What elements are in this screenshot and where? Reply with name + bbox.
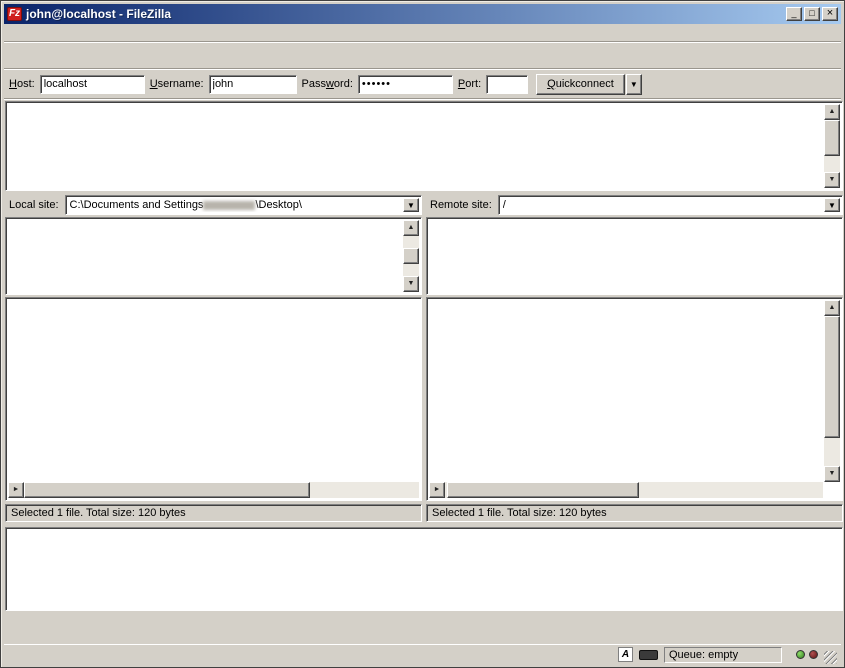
password-label: Password: xyxy=(302,78,353,90)
scroll-right-icon[interactable]: ► xyxy=(429,482,445,498)
local-site-label: Local site: xyxy=(5,199,65,211)
scroll-down-icon[interactable]: ▼ xyxy=(403,276,419,292)
scrollbar-thumb[interactable] xyxy=(403,248,419,264)
redacted-username xyxy=(203,201,255,210)
scroll-up-icon[interactable]: ▲ xyxy=(824,104,840,120)
username-input[interactable] xyxy=(209,75,297,94)
local-site-combo[interactable]: C:\Documents and Settings\Desktop\ ▼ xyxy=(65,195,422,215)
log-scrollbar[interactable]: ▲ ▼ xyxy=(824,104,840,188)
scroll-up-icon[interactable]: ▲ xyxy=(824,300,840,316)
remote-vscrollbar[interactable]: ▲ ▼ xyxy=(824,300,840,482)
scroll-up-icon[interactable]: ▲ xyxy=(403,220,419,236)
toolbar xyxy=(4,43,841,69)
transfer-queue xyxy=(5,527,843,611)
remote-site-combo[interactable]: / ▼ xyxy=(498,195,843,215)
scroll-down-icon[interactable]: ▼ xyxy=(824,466,840,482)
scroll-right-icon[interactable]: ► xyxy=(8,482,24,498)
remote-file-list: ▲ ▼ ◄ ► xyxy=(426,297,843,501)
quickconnect-dropdown-icon[interactable]: ▼ xyxy=(626,74,642,95)
status-bar: A Queue: empty xyxy=(4,644,841,664)
quickconnect-bar: Host: Username: Password: Port: Quickcon… xyxy=(4,70,841,98)
speed-limit-icon[interactable] xyxy=(639,650,658,660)
ascii-mode-icon: A xyxy=(618,647,633,662)
port-input[interactable] xyxy=(486,75,528,94)
remote-hscrollbar[interactable]: ◄ ► xyxy=(429,482,823,498)
remote-site-label: Remote site: xyxy=(426,199,498,211)
queue-tabs xyxy=(5,613,840,635)
scrollbar-thumb[interactable] xyxy=(824,120,840,156)
resize-grip[interactable] xyxy=(824,651,837,664)
queue-status-field: Queue: empty xyxy=(664,647,782,663)
app-icon: Fz xyxy=(7,7,22,21)
local-tree: ▲ ▼ xyxy=(5,217,422,295)
combo-dropdown-icon[interactable]: ▼ xyxy=(403,198,419,212)
remote-tree xyxy=(426,217,843,295)
menu-bar xyxy=(4,24,841,42)
activity-led-recv-icon xyxy=(809,650,818,659)
quickconnect-button[interactable]: Quickconnect xyxy=(536,74,625,95)
queue-body[interactable] xyxy=(8,548,840,608)
local-hscrollbar[interactable]: ◄ ► xyxy=(8,482,419,498)
port-label: Port: xyxy=(458,78,481,90)
minimize-button[interactable]: _ xyxy=(786,7,802,21)
remote-panel: Remote site: / ▼ ▲ ▼ ◄ ► Selected 1 file… xyxy=(426,195,843,522)
scrollbar-thumb[interactable] xyxy=(447,482,639,498)
password-input[interactable] xyxy=(358,75,453,94)
close-button[interactable]: × xyxy=(822,7,838,21)
remote-status-text: Selected 1 file. Total size: 120 bytes xyxy=(426,504,843,522)
message-log: ▲ ▼ xyxy=(5,101,843,191)
activity-led-send-icon xyxy=(796,650,805,659)
scrollbar-thumb[interactable] xyxy=(24,482,310,498)
local-panel: Local site: C:\Documents and Settings\De… xyxy=(5,195,422,522)
host-label: Host: xyxy=(9,78,35,90)
scroll-down-icon[interactable]: ▼ xyxy=(824,172,840,188)
window-title: john@localhost - FileZilla xyxy=(26,7,784,21)
combo-dropdown-icon[interactable]: ▼ xyxy=(824,198,840,212)
title-bar: Fz john@localhost - FileZilla _ □ × xyxy=(4,4,841,24)
filezilla-window: Fz john@localhost - FileZilla _ □ × Host… xyxy=(0,0,845,668)
local-file-list: ◄ ► xyxy=(5,297,422,501)
local-status-text: Selected 1 file. Total size: 120 bytes xyxy=(5,504,422,522)
maximize-button[interactable]: □ xyxy=(804,7,820,21)
host-input[interactable] xyxy=(40,75,145,94)
scrollbar-thumb[interactable] xyxy=(824,316,840,438)
local-tree-scrollbar[interactable]: ▲ ▼ xyxy=(403,220,419,292)
username-label: Username: xyxy=(150,78,204,90)
